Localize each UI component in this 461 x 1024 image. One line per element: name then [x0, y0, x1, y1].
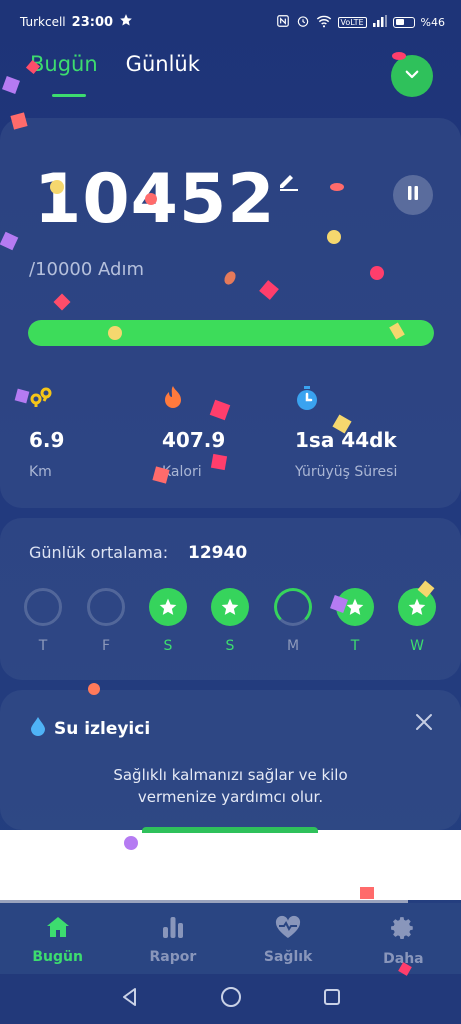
star-icon [408, 598, 426, 615]
distance-label: Km [29, 464, 52, 480]
water-description: Sağlıklı kalmanızı sağlar ve kilo vermen… [0, 764, 461, 808]
bar-chart-icon [160, 915, 186, 943]
day-label: F [101, 638, 111, 654]
chevron-down-icon [403, 65, 421, 87]
calories-value: 407.9 [162, 428, 226, 452]
flame-icon [162, 385, 302, 415]
progress-fill [28, 320, 434, 346]
water-title-text: Su izleyici [54, 718, 151, 739]
tab-daily[interactable]: Günlük [126, 52, 200, 76]
daily-average-label: Günlük ortalama: [29, 543, 169, 562]
duration-label: Yürüyüş Süresi [295, 464, 398, 480]
star-badge [211, 588, 249, 626]
calories-label: Kalori [162, 464, 202, 480]
day-1[interactable]: F [86, 588, 126, 654]
star-icon [221, 598, 239, 615]
day-label: M [286, 638, 300, 654]
stopwatch-icon [295, 385, 435, 415]
home-circle-icon[interactable] [220, 986, 242, 1012]
duration-value: 1sa 44dk [295, 428, 397, 452]
water-title: Su izleyici [30, 716, 150, 741]
day-label: T [350, 638, 360, 654]
water-drop-icon [30, 716, 46, 741]
nav-label: Sağlık [263, 949, 313, 965]
nav-report[interactable]: Rapor [115, 903, 230, 974]
water-action-button[interactable] [142, 827, 318, 833]
nav-today[interactable]: Bugün [0, 903, 115, 974]
nav-label: Rapor [149, 949, 197, 965]
nav-label: Bugün [32, 949, 83, 965]
day-0[interactable]: T [23, 588, 63, 654]
star-icon [119, 13, 133, 31]
system-nav-bar [0, 974, 461, 1024]
clock: 23:00 [71, 14, 114, 30]
star-icon [346, 598, 364, 615]
day-2[interactable]: S [148, 588, 188, 654]
wifi-icon [316, 14, 332, 31]
day-label: S [225, 638, 235, 654]
day-label: W [410, 638, 424, 654]
step-progress-bar [28, 320, 434, 346]
day-ring-partial [274, 588, 312, 626]
water-description-line1: Sağlıklı kalmanızı sağlar ve kilo [113, 766, 348, 784]
day-label: T [38, 638, 48, 654]
carrier-name: Turkcell [20, 15, 66, 29]
heart-pulse-icon [274, 915, 302, 943]
battery-icon [392, 16, 415, 28]
alarm-icon [296, 14, 310, 31]
star-badge [149, 588, 187, 626]
day-label: S [163, 638, 173, 654]
stat-distance: 6.9 Km [29, 385, 169, 480]
stat-duration: 1sa 44dk Yürüyüş Süresi [295, 385, 435, 480]
route-icon [29, 385, 169, 415]
nav-health[interactable]: Sağlık [231, 903, 346, 974]
pause-button[interactable] [393, 175, 433, 215]
stat-calories: 407.9 Kalori [162, 385, 302, 480]
water-tracker-card [0, 690, 461, 830]
distance-value: 6.9 [29, 428, 65, 452]
banner-area [0, 827, 461, 900]
back-icon[interactable] [120, 987, 140, 1011]
signal-icon [372, 14, 387, 30]
daily-average-value: 12940 [188, 543, 248, 563]
bottom-nav: Bugün Rapor Sağlık Daha [0, 903, 461, 974]
day-6[interactable]: W [397, 588, 437, 654]
recents-icon[interactable] [323, 988, 341, 1010]
tab-today[interactable]: Bugün [30, 52, 98, 97]
close-button[interactable] [415, 712, 433, 737]
star-badge [398, 588, 436, 626]
expand-button[interactable] [391, 55, 433, 97]
status-bar: Turkcell 23:00 VoLTE %46 [0, 0, 461, 44]
day-4[interactable]: M [273, 588, 313, 654]
pause-icon [406, 185, 420, 205]
water-description-line2: vermenize yardımcı olur. [137, 788, 324, 806]
gear-icon [390, 915, 416, 945]
day-3[interactable]: S [210, 588, 250, 654]
battery-percentage: %46 [420, 15, 445, 29]
edit-icon[interactable] [276, 168, 300, 196]
close-icon [415, 712, 433, 737]
day-ring [24, 588, 62, 626]
volte-badge: VoLTE [337, 16, 367, 28]
star-icon [159, 598, 177, 615]
header-tabs: Bugün Günlük [30, 52, 200, 97]
nfc-icon [276, 14, 290, 31]
day-ring [87, 588, 125, 626]
home-icon [45, 915, 71, 943]
step-goal: /10000 Adım [29, 259, 145, 280]
